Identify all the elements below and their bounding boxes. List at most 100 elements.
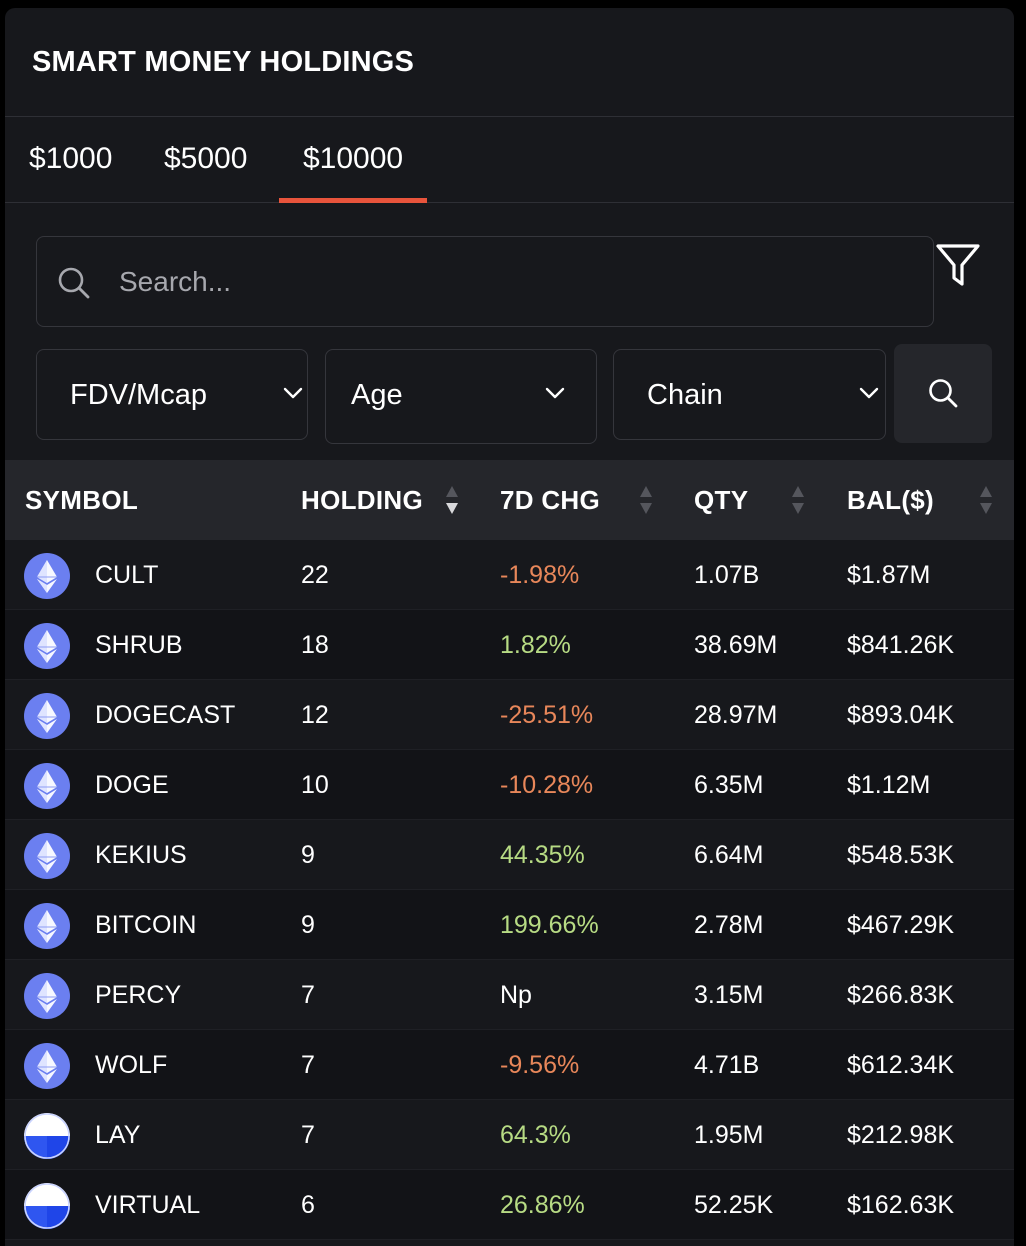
header-holding[interactable]: HOLDING — [301, 460, 423, 540]
table-row[interactable]: KEKIUS 9 44.35% 6.64M $548.53K — [5, 820, 1014, 890]
header-7d-chg[interactable]: 7D CHG — [500, 460, 600, 540]
table-row[interactable]: DOGECAST 12 -25.51% 28.97M $893.04K — [5, 680, 1014, 750]
ethereum-icon — [24, 833, 70, 879]
balance-cell: $467.29K — [847, 911, 955, 939]
holding-cell: 7 — [301, 1051, 315, 1079]
search-box — [36, 236, 934, 327]
qty-cell: 38.69M — [694, 631, 778, 659]
fdv-mcap-label: FDV/Mcap — [70, 379, 207, 411]
holding-cell: 9 — [301, 911, 315, 939]
holding-cell: 9 — [301, 841, 315, 869]
chain-dropdown[interactable]: Chain — [613, 349, 886, 440]
table-row[interactable]: LAY 7 64.3% 1.95M $212.98K — [5, 1100, 1014, 1170]
ethereum-icon — [24, 623, 70, 669]
holding-cell: 18 — [301, 631, 329, 659]
sort-icon[interactable] — [791, 483, 805, 517]
table-row[interactable]: BITCOIN 9 199.66% 2.78M $467.29K — [5, 890, 1014, 960]
amount-tabs: $1000 $5000 $10000 — [5, 118, 1014, 203]
filter-icon[interactable] — [935, 242, 981, 288]
ethereum-icon — [24, 763, 70, 809]
symbol-cell: BITCOIN — [95, 911, 197, 939]
tab-5000[interactable]: $5000 — [164, 118, 247, 202]
symbol-cell: LAY — [95, 1121, 141, 1149]
table-row[interactable]: PERCY 7 Np 3.15M $266.83K — [5, 960, 1014, 1030]
panel-title: SMART MONEY HOLDINGS — [32, 46, 415, 78]
holding-cell: 7 — [301, 1121, 315, 1149]
table-body: CULT 22 -1.98% 1.07B $1.87M SHRUB 18 1.82% 38.69… — [5, 540, 1014, 1240]
ethereum-icon — [24, 693, 70, 739]
table-row[interactable]: DOGE 10 -10.28% 6.35M $1.12M — [5, 750, 1014, 820]
age-dropdown[interactable]: Age — [325, 349, 597, 444]
change-cell: 1.82% — [500, 631, 571, 659]
fdv-mcap-dropdown[interactable]: FDV/Mcap — [36, 349, 308, 440]
symbol-cell: PERCY — [95, 981, 182, 1009]
symbol-cell: CULT — [95, 561, 159, 589]
chevron-down-icon — [545, 387, 565, 399]
balance-cell: $893.04K — [847, 701, 955, 729]
balance-cell: $612.34K — [847, 1051, 955, 1079]
balance-cell: $548.53K — [847, 841, 955, 869]
ethereum-icon — [24, 1043, 70, 1089]
change-cell: 64.3% — [500, 1121, 571, 1149]
holding-cell: 10 — [301, 771, 329, 799]
table-row[interactable]: SHRUB 18 1.82% 38.69M $841.26K — [5, 610, 1014, 680]
symbol-cell: DOGE — [95, 771, 169, 799]
search-input[interactable] — [119, 255, 909, 309]
balance-cell: $212.98K — [847, 1121, 955, 1149]
search-button[interactable] — [894, 344, 992, 443]
chevron-down-icon — [283, 387, 303, 399]
ethereum-icon — [24, 903, 70, 949]
holding-cell: 22 — [301, 561, 329, 589]
symbol-cell: KEKIUS — [95, 841, 187, 869]
change-cell: -25.51% — [500, 701, 594, 729]
ethereum-icon — [24, 973, 70, 1019]
qty-cell: 2.78M — [694, 911, 764, 939]
table-row[interactable]: CULT 22 -1.98% 1.07B $1.87M — [5, 540, 1014, 610]
age-label: Age — [351, 379, 403, 411]
header-symbol[interactable]: SYMBOL — [25, 460, 138, 540]
tab-1000[interactable]: $1000 — [29, 118, 112, 202]
holding-cell: 7 — [301, 981, 315, 1009]
balance-cell: $162.63K — [847, 1191, 955, 1219]
symbol-cell: WOLF — [95, 1051, 168, 1079]
symbol-cell: DOGECAST — [95, 701, 236, 729]
qty-cell: 4.71B — [694, 1051, 760, 1079]
base-icon — [24, 1113, 70, 1159]
sort-icon[interactable] — [445, 483, 459, 517]
change-cell: 199.66% — [500, 911, 599, 939]
change-cell: Np — [500, 981, 532, 1009]
holding-cell: 12 — [301, 701, 329, 729]
search-icon — [58, 267, 90, 299]
chevron-down-icon — [859, 387, 879, 399]
tab-10000[interactable]: $10000 — [279, 118, 428, 203]
chain-label: Chain — [647, 379, 723, 411]
table-row[interactable]: VIRTUAL 6 26.86% 52.25K $162.63K — [5, 1170, 1014, 1240]
balance-cell: $1.12M — [847, 771, 931, 799]
holding-cell: 6 — [301, 1191, 315, 1219]
qty-cell: 1.07B — [694, 561, 760, 589]
qty-cell: 52.25K — [694, 1191, 774, 1219]
symbol-cell: VIRTUAL — [95, 1191, 201, 1219]
balance-cell: $1.87M — [847, 561, 931, 589]
change-cell: -9.56% — [500, 1051, 580, 1079]
sort-icon[interactable] — [639, 483, 653, 517]
ethereum-icon — [24, 553, 70, 599]
sort-icon[interactable] — [979, 483, 993, 517]
qty-cell: 28.97M — [694, 701, 778, 729]
balance-cell: $266.83K — [847, 981, 955, 1009]
change-cell: -1.98% — [500, 561, 580, 589]
panel-header: SMART MONEY HOLDINGS — [5, 8, 1014, 117]
table-header: SYMBOL HOLDING 7D CHG QTY BAL($) — [5, 460, 1014, 540]
qty-cell: 1.95M — [694, 1121, 764, 1149]
change-cell: 44.35% — [500, 841, 585, 869]
header-qty[interactable]: QTY — [694, 460, 748, 540]
smart-money-panel: SMART MONEY HOLDINGS $1000 $5000 $10000 … — [5, 8, 1014, 1246]
symbol-cell: SHRUB — [95, 631, 183, 659]
change-cell: -10.28% — [500, 771, 594, 799]
header-bal[interactable]: BAL($) — [847, 460, 934, 540]
balance-cell: $841.26K — [847, 631, 955, 659]
base-icon — [24, 1183, 70, 1229]
change-cell: 26.86% — [500, 1191, 585, 1219]
table-row[interactable]: WOLF 7 -9.56% 4.71B $612.34K — [5, 1030, 1014, 1100]
qty-cell: 3.15M — [694, 981, 764, 1009]
